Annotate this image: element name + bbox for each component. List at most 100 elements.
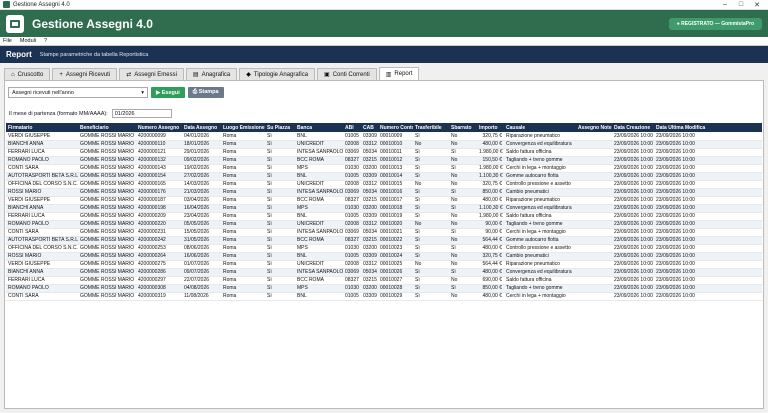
tab-anagrafica[interactable]: ▤ Anagrafica	[185, 68, 238, 80]
tab-assegni-ricevuti[interactable]: + Assegni Ricevuti	[52, 68, 118, 80]
chevron-down-icon: ▾	[141, 89, 144, 96]
table-cell: Sì	[413, 292, 449, 301]
table-cell: Sì	[413, 188, 449, 197]
table-cell: Sì	[265, 244, 295, 253]
table-cell: 03312	[361, 220, 378, 229]
month-input[interactable]: 01/2026	[111, 109, 172, 118]
table-cell: Sì	[265, 268, 295, 277]
column-header[interactable]: Numero Conto	[378, 123, 413, 132]
table-cell: Sì	[265, 196, 295, 205]
column-header[interactable]: Importo	[477, 123, 504, 132]
table-row[interactable]: FERRARI LUCA GOMME ROSSI MARIO 4200000121 2…	[6, 148, 762, 157]
report-select[interactable]: Assegni ricevuti nell'anno ▾	[8, 87, 148, 98]
table-row[interactable]: OFFICINA DEL CORSO S.N.C. GOMME ROSSI MAR…	[6, 244, 762, 253]
column-header[interactable]: Trasferibile	[413, 123, 449, 132]
column-header[interactable]: Sbarrato	[449, 123, 477, 132]
column-header[interactable]: Luogo Emissione	[221, 123, 265, 132]
menu-file[interactable]: File	[3, 38, 12, 44]
table-row[interactable]: FERRARI LUCA GOMME ROSSI MARIO 4200000209 2…	[6, 212, 762, 221]
table-body: VERDI GIUSEPPE GOMME ROSSI MARIO 420000009…	[6, 132, 762, 301]
table-cell: INTESA SANPAOLO	[295, 148, 343, 157]
table-cell	[576, 132, 612, 141]
table-cell: INTESA SANPAOLO	[295, 268, 343, 277]
table-cell: 01030	[343, 204, 361, 213]
table-cell: GOMME ROSSI MARIO	[78, 204, 136, 213]
table-row[interactable]: AUTOTRASPORTI BETA S.R.L. GOMME ROSSI MAR…	[6, 172, 762, 181]
table-row[interactable]: FERRARI LUCA GOMME ROSSI MARIO 4200000297 2…	[6, 276, 762, 285]
column-header[interactable]: Banca	[295, 123, 343, 132]
column-header[interactable]: Assegno Note	[576, 123, 612, 132]
table-cell: BNL	[295, 252, 343, 261]
menu-help[interactable]: ?	[44, 38, 47, 44]
table-cell: No	[449, 156, 477, 165]
table-cell: Convergenza ed equilibratura	[504, 268, 576, 277]
tab-tipologie-anagrafica[interactable]: ◆ Tipologie Anagrafica	[239, 68, 316, 80]
table-cell: Roma	[221, 204, 265, 213]
column-header[interactable]: ABI	[343, 123, 361, 132]
table-row[interactable]: VERDI GIUSEPPE GOMME ROSSI MARIO 420000027…	[6, 260, 762, 269]
report-table-wrapper: Firmatario Beneficiario Numero Assegno Data…	[6, 123, 762, 301]
tab-cruscotto[interactable]: ⌂ Cruscotto	[4, 68, 51, 80]
table-cell: BNL	[295, 212, 343, 221]
table-cell: BIANCHI ANNA	[6, 140, 78, 149]
print-button[interactable]: ⎙ Stampa	[187, 87, 224, 98]
table-row[interactable]: ROMANO PAOLO GOMME ROSSI MARIO 4200000132 0…	[6, 156, 762, 165]
table-row[interactable]: AUTOTRASPORTI BETA S.R.L. GOMME ROSSI MAR…	[6, 236, 762, 245]
table-row[interactable]: ROMANO PAOLO GOMME ROSSI MARIO 4200000220 0…	[6, 220, 762, 229]
table-cell: Sì	[265, 140, 295, 149]
table-row[interactable]: CONTI SARA GOMME ROSSI MARIO 4200000143 19/…	[6, 164, 762, 173]
column-header[interactable]: Numero Assegno	[136, 123, 182, 132]
window-title: Gestione Assegni 4.0	[13, 1, 70, 8]
column-header[interactable]: Data Creazione	[612, 123, 654, 132]
table-cell: Sì	[265, 172, 295, 181]
table-cell	[576, 276, 612, 285]
table-cell: Saldo fattura officina	[504, 212, 576, 221]
table-cell: 03069	[343, 268, 361, 277]
table-cell: Roma	[221, 276, 265, 285]
table-row[interactable]: CONTI SARA GOMME ROSSI MARIO 4200000319 11/…	[6, 292, 762, 301]
table-cell: 4200000231	[136, 228, 182, 237]
table-row[interactable]: ROSSI MARIO GOMME ROSSI MARIO 4200000264 16…	[6, 252, 762, 261]
table-row[interactable]: VERDI GIUSEPPE GOMME ROSSI MARIO 420000009…	[6, 132, 762, 141]
table-row[interactable]: CONTI SARA GOMME ROSSI MARIO 4200000231 15/…	[6, 228, 762, 237]
tab-conti-correnti[interactable]: ▣ Conti Correnti	[317, 68, 377, 80]
table-row[interactable]: BIANCHI ANNA GOMME ROSSI MARIO 4200000198 1…	[6, 204, 762, 213]
column-header[interactable]: CAB	[361, 123, 378, 132]
maximize-icon[interactable]: □	[733, 1, 749, 8]
table-cell: GOMME ROSSI MARIO	[78, 164, 136, 173]
registration-badge[interactable]: ● REGISTRATO — GommistaPro	[668, 17, 762, 30]
column-header[interactable]: Data Ultima Modifica	[654, 123, 762, 132]
column-header[interactable]: Su Piazza	[265, 123, 295, 132]
table-cell: 23/09/2026 10:00	[654, 140, 762, 149]
table-row[interactable]: ROSSI MARIO GOMME ROSSI MARIO 4200000176 21…	[6, 188, 762, 197]
table-cell: 19/02/2026	[182, 164, 221, 173]
table-cell: 4200000319	[136, 292, 182, 301]
run-button[interactable]: ▶ Esegui	[151, 87, 185, 98]
table-cell: Sì	[413, 212, 449, 221]
column-header[interactable]: Data Assegno	[182, 123, 221, 132]
table-cell: 14/03/2026	[182, 180, 221, 189]
column-header[interactable]: Causale	[504, 123, 576, 132]
table-cell	[576, 284, 612, 293]
minimize-icon[interactable]: –	[717, 1, 733, 8]
table-row[interactable]: OFFICINA DEL CORSO S.N.C. GOMME ROSSI MAR…	[6, 180, 762, 189]
table-cell: 23/09/2026 10:00	[654, 132, 762, 141]
close-icon[interactable]: ✕	[749, 1, 765, 9]
table-row[interactable]: BIANCHI ANNA GOMME ROSSI MARIO 4200000286 0…	[6, 268, 762, 277]
table-row[interactable]: ROMANO PAOLO GOMME ROSSI MARIO 4200000308 0…	[6, 284, 762, 293]
table-cell: 00010026	[378, 268, 413, 277]
menu-moduli[interactable]: Moduli	[20, 38, 36, 44]
tab-assegni-emessi[interactable]: ⇄ Assegni Emessi	[119, 68, 184, 80]
table-row[interactable]: BIANCHI ANNA GOMME ROSSI MARIO 4200000110 1…	[6, 140, 762, 149]
table-cell: Tagliando + treno gomme	[504, 284, 576, 293]
table-cell: 4200000275	[136, 260, 182, 269]
tag-icon: ◆	[246, 72, 251, 78]
table-cell: AUTOTRASPORTI BETA S.R.L.	[6, 236, 78, 245]
column-header[interactable]: Beneficiario	[78, 123, 136, 132]
table-row[interactable]: VERDI GIUSEPPE GOMME ROSSI MARIO 420000018…	[6, 196, 762, 205]
table-cell: Convergenza ed equilibratura	[504, 140, 576, 149]
column-header[interactable]: Firmatario	[6, 123, 78, 132]
tab-report[interactable]: ▥ Report	[378, 67, 420, 80]
table-cell: ROMANO PAOLO	[6, 284, 78, 293]
table-cell: 03215	[361, 236, 378, 245]
